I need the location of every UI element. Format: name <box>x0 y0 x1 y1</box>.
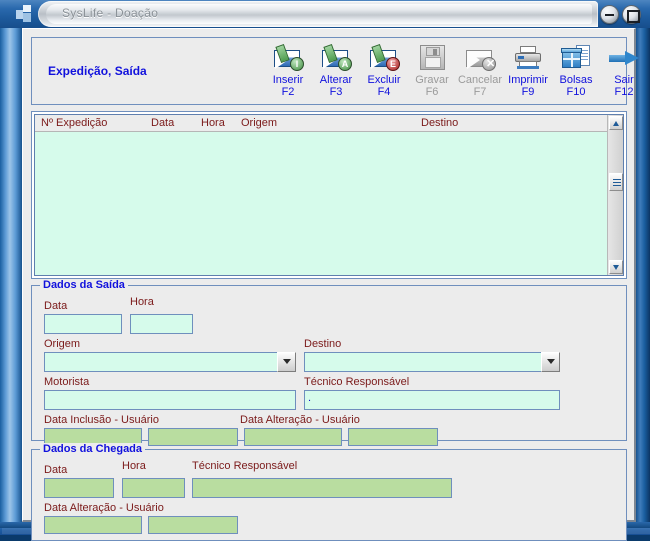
chegada-data-alteracao-label: Data Alteração - Usuário <box>44 502 164 514</box>
chegada-legend: Dados da Chegada <box>40 443 146 455</box>
expedition-list-panel: Nº Expedição Data Hora Origem Destino <box>31 111 627 279</box>
grid-column-destino: Destino <box>421 117 459 129</box>
saida-destino-input[interactable] <box>304 352 560 372</box>
saida-data-inclusao-label: Data Inclusão - Usuário <box>44 414 159 426</box>
application-window: SysLife - Doação Expedição, Saída I Inse… <box>0 0 650 541</box>
grid-vertical-scrollbar[interactable] <box>607 115 623 275</box>
chegada-usuario-alteracao-input[interactable] <box>148 516 238 534</box>
grid-body[interactable] <box>35 132 607 275</box>
toolbar-key: F10 <box>566 86 586 98</box>
saida-hora-label: Hora <box>130 296 154 308</box>
toolbar-key: F2 <box>281 86 295 98</box>
toolbar-button-imprimir[interactable]: Imprimir F9 <box>504 42 552 104</box>
blue-arrow-right-icon <box>607 44 641 74</box>
maximize-icon <box>627 10 640 23</box>
saida-data-alteracao-label: Data Alteração - Usuário <box>240 414 360 426</box>
toolbar-label: Alterar <box>319 74 353 86</box>
envelope-edit-icon: A <box>319 43 353 74</box>
window-client-area: Expedição, Saída I Inserir F2 A Alterar … <box>22 28 639 541</box>
saida-legend: Dados da Saída <box>40 279 128 291</box>
saida-origem-label: Origem <box>44 338 81 350</box>
toolbar-label: Cancelar <box>457 74 503 86</box>
toolbar-key: F7 <box>473 86 487 98</box>
toolbar-label: Bolsas <box>559 74 593 86</box>
toolbar-label: Imprimir <box>508 74 548 86</box>
toolbar-label: Inserir <box>272 74 304 86</box>
saida-destino-label: Destino <box>304 338 342 350</box>
window-frame-left <box>0 0 22 528</box>
chegada-data-label: Data <box>44 464 68 476</box>
toolbar-label: Gravar <box>415 74 449 86</box>
grid-column-origem: Origem <box>241 117 278 129</box>
saida-motorista-label: Motorista <box>44 376 90 388</box>
saida-destino-combo[interactable] <box>304 352 560 372</box>
toolbar-button-inserir[interactable]: I Inserir F2 <box>264 42 312 104</box>
toolbar-button-sair[interactable]: Sair F12 <box>600 42 648 104</box>
chegada-tecnico-label: Técnico Responsável <box>192 460 298 472</box>
app-logo-icon <box>14 4 36 24</box>
saida-tecnico-label: Técnico Responsável <box>304 376 410 388</box>
blue-box-document-icon <box>559 44 593 74</box>
scroll-up-arrow-icon[interactable] <box>609 116 623 130</box>
chegada-hora-label: Hora <box>122 460 146 472</box>
saida-data-input[interactable] <box>44 314 122 334</box>
grid-column-hora: Hora <box>201 117 225 129</box>
toolbar-button-alterar[interactable]: A Alterar F3 <box>312 42 360 104</box>
scroll-down-arrow-icon[interactable] <box>609 260 623 274</box>
expedition-grid[interactable]: Nº Expedição Data Hora Origem Destino <box>34 114 624 276</box>
scroll-thumb-icon[interactable] <box>609 173 623 191</box>
saida-fieldset: Dados da Saída Data Hora Origem Destino … <box>31 279 627 446</box>
printer-icon <box>511 44 545 74</box>
saida-tecnico-input[interactable] <box>304 390 560 410</box>
saida-hora-input[interactable] <box>130 314 193 334</box>
envelope-delete-icon: E <box>367 43 401 74</box>
toolbar-button-cancelar: ✕ Cancelar F7 <box>456 42 504 104</box>
saida-origem-combo[interactable] <box>44 352 296 372</box>
toolbar-button-excluir[interactable]: E Excluir F4 <box>360 42 408 104</box>
chevron-down-icon[interactable] <box>541 352 560 372</box>
header-panel: Expedição, Saída I Inserir F2 A Alterar … <box>31 37 639 105</box>
saida-origem-input[interactable] <box>44 352 296 372</box>
minimize-icon <box>605 14 614 16</box>
chegada-data-input[interactable] <box>44 478 114 498</box>
toolbar-button-gravar: Gravar F6 <box>408 42 456 104</box>
toolbar-key: F6 <box>425 86 439 98</box>
saida-usuario-alteracao-input[interactable] <box>348 428 438 446</box>
chevron-down-icon[interactable] <box>277 352 296 372</box>
page-title: Expedição, Saída <box>48 64 147 78</box>
toolbar-key: F3 <box>329 86 343 98</box>
toolbar-button-bolsas[interactable]: Bolsas F10 <box>552 42 600 104</box>
chegada-data-alteracao-input[interactable] <box>44 516 142 534</box>
toolbar-label: Sair <box>614 74 634 86</box>
saida-motorista-input[interactable] <box>44 390 296 410</box>
grid-column-numero: Nº Expedição <box>41 117 108 129</box>
toolbar-label: Excluir <box>367 74 401 86</box>
saida-tecnico-caret: . <box>308 392 312 404</box>
grid-header-row: Nº Expedição Data Hora Origem Destino <box>35 115 623 132</box>
saida-data-alteracao-input[interactable] <box>244 428 342 446</box>
grid-column-data: Data <box>151 117 175 129</box>
chegada-tecnico-input[interactable] <box>192 478 452 498</box>
chegada-fieldset: Dados da Chegada Data Hora Técnico Respo… <box>31 443 627 541</box>
saida-usuario-inclusao-input[interactable] <box>148 428 238 446</box>
toolbar-key: F4 <box>377 86 391 98</box>
saida-data-label: Data <box>44 300 68 312</box>
toolbar-key: F12 <box>614 86 634 98</box>
minimize-button[interactable] <box>600 5 619 24</box>
chegada-hora-input[interactable] <box>122 478 185 498</box>
floppy-save-icon <box>415 44 449 74</box>
window-title: SysLife - Doação <box>62 6 159 20</box>
envelope-cancel-icon: ✕ <box>463 44 497 74</box>
envelope-insert-icon: I <box>271 43 305 74</box>
maximize-button[interactable] <box>622 5 641 24</box>
title-bar[interactable]: SysLife - Doação <box>0 0 650 28</box>
toolbar-key: F9 <box>521 86 535 98</box>
